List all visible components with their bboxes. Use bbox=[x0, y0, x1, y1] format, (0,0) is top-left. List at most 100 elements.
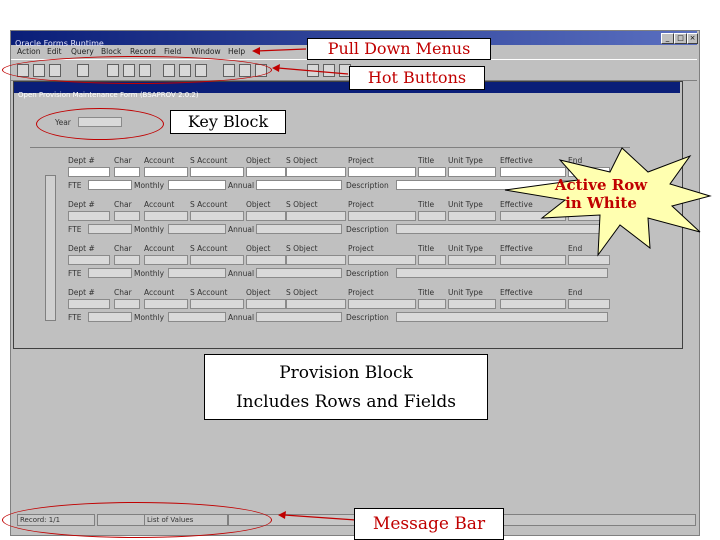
provision-field[interactable] bbox=[418, 211, 446, 221]
description-field[interactable] bbox=[396, 268, 608, 278]
provision-field[interactable] bbox=[448, 299, 496, 309]
active-row-callout: Active Row in White bbox=[536, 176, 666, 212]
provision-field[interactable] bbox=[286, 167, 346, 177]
provision-field[interactable] bbox=[500, 211, 566, 221]
message-bar-highlight bbox=[2, 502, 272, 538]
record-scrollbar[interactable] bbox=[45, 175, 56, 321]
hot-buttons-text: Hot Buttons bbox=[367, 68, 467, 87]
pull-down-menus-text: Pull Down Menus bbox=[327, 39, 471, 58]
monthly-field[interactable] bbox=[168, 224, 226, 234]
provision-field[interactable] bbox=[246, 211, 286, 221]
monthly-label: Monthly bbox=[134, 313, 165, 322]
column-header: Title bbox=[418, 200, 435, 209]
provision-field[interactable] bbox=[348, 255, 416, 265]
fte-field[interactable] bbox=[88, 224, 132, 234]
minimize-button[interactable]: _ bbox=[661, 33, 674, 44]
column-header: S Object bbox=[286, 156, 318, 165]
provision-field[interactable] bbox=[114, 211, 140, 221]
column-header: Account bbox=[144, 288, 175, 297]
column-header: End bbox=[568, 244, 583, 253]
monthly-label: Monthly bbox=[134, 181, 165, 190]
provision-field[interactable] bbox=[348, 299, 416, 309]
provision-field[interactable] bbox=[568, 211, 610, 221]
provision-field[interactable] bbox=[114, 167, 140, 177]
annual-field[interactable] bbox=[256, 180, 342, 190]
menu-action[interactable]: Action bbox=[17, 46, 41, 58]
column-header: Char bbox=[114, 288, 132, 297]
provision-field[interactable] bbox=[418, 299, 446, 309]
description-field[interactable] bbox=[396, 224, 608, 234]
provision-line2: Includes Rows and Fields bbox=[235, 392, 457, 412]
key-block-highlight bbox=[36, 108, 164, 140]
menu-window[interactable]: Window bbox=[191, 46, 221, 58]
column-header: S Account bbox=[190, 244, 228, 253]
provision-field[interactable] bbox=[144, 167, 188, 177]
provision-field[interactable] bbox=[500, 299, 566, 309]
fte-field[interactable] bbox=[88, 268, 132, 278]
provision-field[interactable] bbox=[448, 255, 496, 265]
annual-label: Annual bbox=[228, 269, 255, 278]
provision-field[interactable] bbox=[418, 167, 446, 177]
column-header: Unit Type bbox=[448, 288, 483, 297]
monthly-field[interactable] bbox=[168, 312, 226, 322]
monthly-field[interactable] bbox=[168, 268, 226, 278]
fte-label: FTE bbox=[68, 269, 82, 278]
provision-field[interactable] bbox=[246, 167, 286, 177]
column-header: Effective bbox=[500, 244, 533, 253]
column-header: Title bbox=[418, 156, 435, 165]
delete-record-icon[interactable] bbox=[323, 64, 335, 77]
provision-field[interactable] bbox=[114, 255, 140, 265]
pull-down-menus-callout: Pull Down Menus bbox=[307, 38, 491, 60]
provision-field[interactable] bbox=[190, 211, 244, 221]
provision-field[interactable] bbox=[68, 167, 110, 177]
provision-field[interactable] bbox=[348, 167, 416, 177]
provision-field[interactable] bbox=[568, 299, 610, 309]
provision-field[interactable] bbox=[246, 299, 286, 309]
column-header: S Account bbox=[190, 200, 228, 209]
provision-field[interactable] bbox=[568, 255, 610, 265]
provision-field[interactable] bbox=[190, 255, 244, 265]
column-header: Char bbox=[114, 156, 132, 165]
insert-record-icon[interactable] bbox=[307, 64, 319, 77]
monthly-field[interactable] bbox=[168, 180, 226, 190]
provision-field[interactable] bbox=[68, 255, 110, 265]
fte-field[interactable] bbox=[88, 180, 132, 190]
provision-field[interactable] bbox=[246, 255, 286, 265]
menu-edit[interactable]: Edit bbox=[47, 46, 62, 58]
monthly-label: Monthly bbox=[134, 225, 165, 234]
column-header: Account bbox=[144, 200, 175, 209]
fte-label: FTE bbox=[68, 313, 82, 322]
provision-field[interactable] bbox=[348, 211, 416, 221]
annual-field[interactable] bbox=[256, 224, 342, 234]
provision-field[interactable] bbox=[286, 299, 346, 309]
provision-field[interactable] bbox=[286, 211, 346, 221]
provision-field[interactable] bbox=[114, 299, 140, 309]
provision-field[interactable] bbox=[190, 167, 244, 177]
provision-field[interactable] bbox=[144, 299, 188, 309]
annual-field[interactable] bbox=[256, 268, 342, 278]
column-header: Object bbox=[246, 200, 271, 209]
provision-field[interactable] bbox=[144, 255, 188, 265]
provision-field[interactable] bbox=[68, 211, 110, 221]
provision-field[interactable] bbox=[448, 167, 496, 177]
active-row-line1: Active Row bbox=[554, 176, 648, 194]
provision-field[interactable] bbox=[144, 211, 188, 221]
column-header: S Object bbox=[286, 244, 318, 253]
fte-label: FTE bbox=[68, 225, 82, 234]
hot-buttons-highlight bbox=[2, 56, 272, 84]
fte-label: FTE bbox=[68, 181, 82, 190]
provision-field[interactable] bbox=[448, 211, 496, 221]
provision-field[interactable] bbox=[418, 255, 446, 265]
menu-help[interactable]: Help bbox=[228, 46, 245, 58]
fte-field[interactable] bbox=[88, 312, 132, 322]
close-button[interactable]: × bbox=[687, 33, 698, 44]
provision-field[interactable] bbox=[500, 255, 566, 265]
annual-field[interactable] bbox=[256, 312, 342, 322]
provision-field[interactable] bbox=[68, 299, 110, 309]
provision-field[interactable] bbox=[190, 299, 244, 309]
column-header: S Object bbox=[286, 288, 318, 297]
provision-field[interactable] bbox=[286, 255, 346, 265]
column-header: Unit Type bbox=[448, 200, 483, 209]
maximize-button[interactable]: □ bbox=[674, 33, 687, 44]
description-field[interactable] bbox=[396, 312, 608, 322]
